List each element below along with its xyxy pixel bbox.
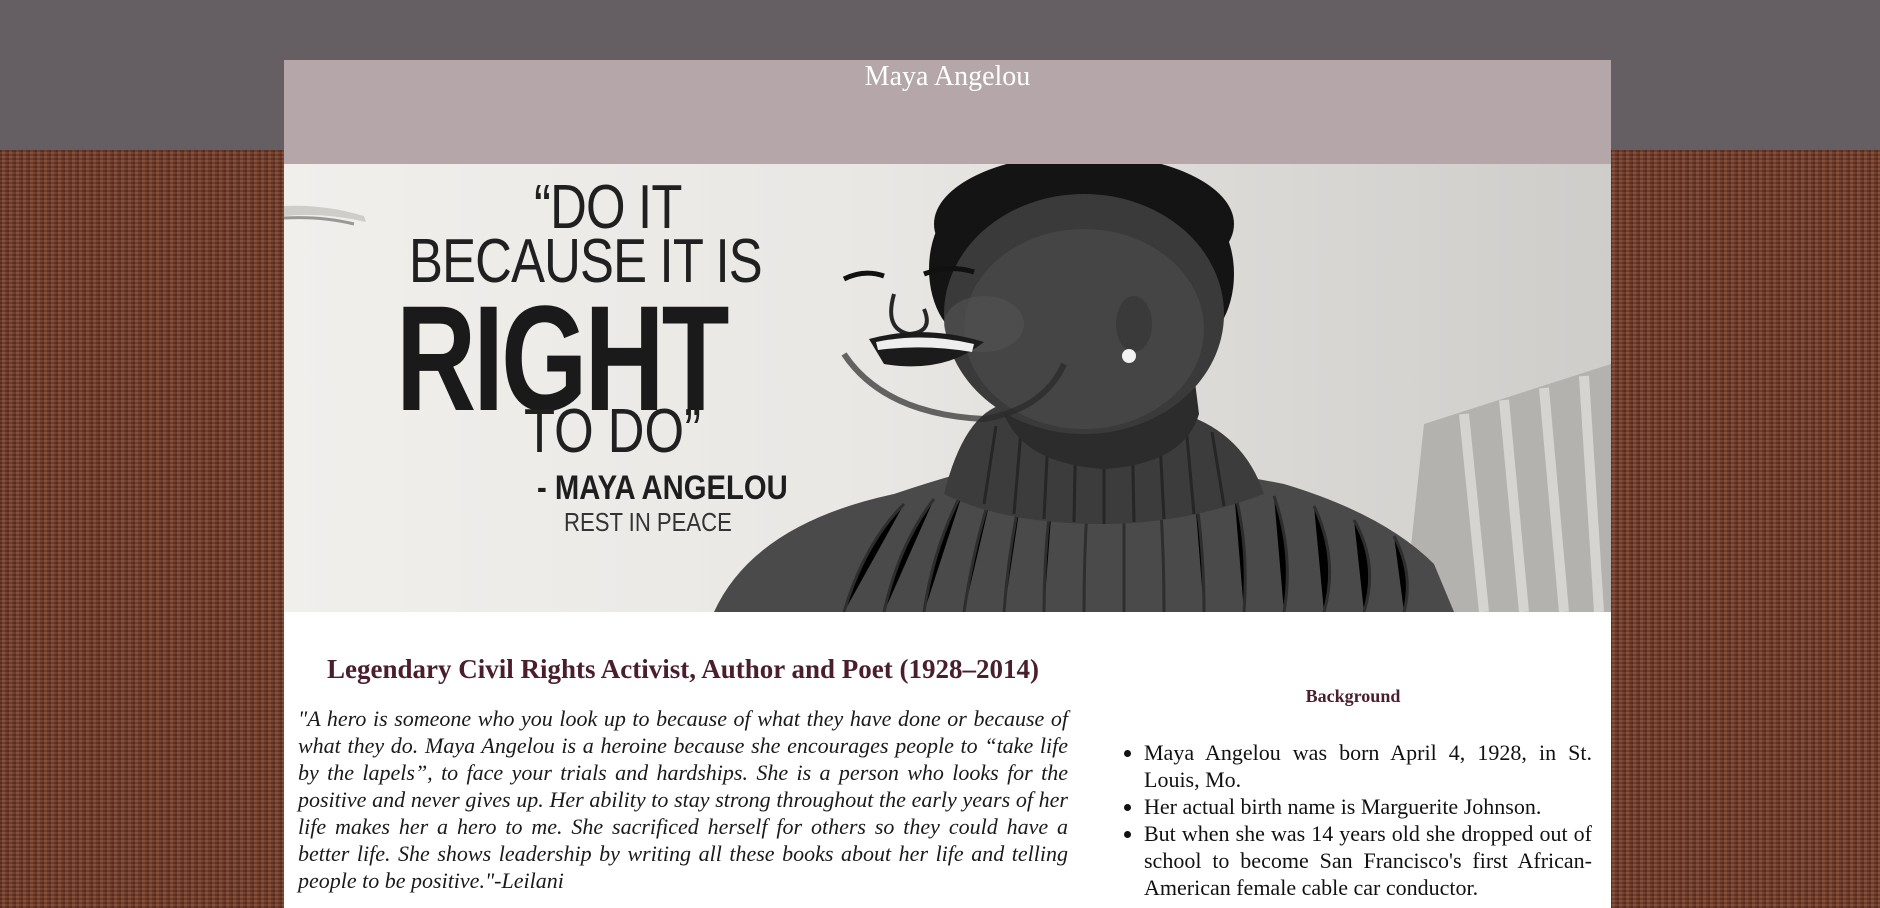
content-area: Legendary Civil Rights Activist, Author …: [284, 612, 1611, 908]
sidebar: Background Maya Angelou was born April 4…: [1114, 612, 1592, 901]
quote-text-block: “DO IT BECAUSE IT IS RIGHT TO DO” - MAYA…: [284, 164, 904, 612]
quote-attribution: - MAYA ANGELOU: [537, 469, 788, 507]
list-item: Maya Angelou was born April 4, 1928, in …: [1144, 739, 1592, 793]
quote-line-4: TO DO”: [524, 397, 702, 466]
site-title: Maya Angelou: [864, 61, 1031, 92]
sidebar-heading: Background: [1305, 686, 1401, 706]
site-header: Maya Angelou: [284, 60, 1611, 164]
main-column: Legendary Civil Rights Activist, Author …: [298, 612, 1068, 894]
quote-memorial: REST IN PEACE: [564, 507, 732, 537]
page-headline: Legendary Civil Rights Activist, Author …: [326, 654, 1039, 684]
hero-quote-image: “DO IT BECAUSE IT IS RIGHT TO DO” - MAYA…: [284, 164, 1611, 612]
page-container: Maya Angelou “DO IT BECAUSE IT IS RIGHT …: [284, 60, 1611, 908]
list-item: Her actual birth name is Marguerite John…: [1144, 793, 1592, 820]
facts-list: Maya Angelou was born April 4, 1928, in …: [1114, 739, 1592, 901]
list-item: But when she was 14 years old she droppe…: [1144, 820, 1592, 901]
tribute-paragraph: "A hero is someone who you look up to be…: [298, 706, 1068, 893]
